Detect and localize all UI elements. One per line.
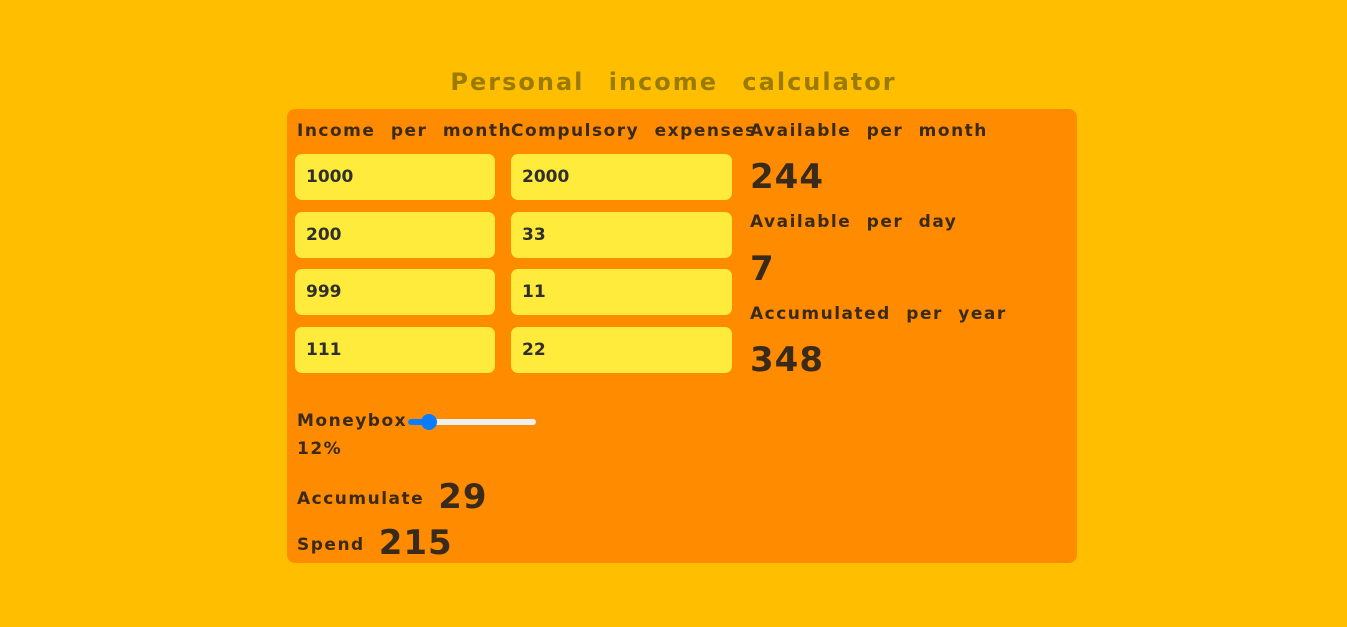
income-field-1[interactable] <box>295 154 495 200</box>
spend-row: Spend 215 <box>297 523 453 563</box>
moneybox-label: Moneybox <box>297 411 408 431</box>
expense-field-1[interactable] <box>511 154 732 200</box>
moneybox-percent: 12% <box>297 439 343 459</box>
income-field-2[interactable] <box>295 212 495 258</box>
income-column-label: Income per month <box>297 121 513 141</box>
available-day-value: 7 <box>750 249 775 289</box>
income-field-4[interactable] <box>295 327 495 373</box>
expense-field-4[interactable] <box>511 327 732 373</box>
accumulated-year-value: 348 <box>750 340 824 380</box>
expense-field-2[interactable] <box>511 212 732 258</box>
accumulated-year-label: Accumulated per year <box>750 304 1007 324</box>
spend-value: 215 <box>378 523 453 563</box>
expenses-column-label: Compulsory expenses <box>511 121 757 141</box>
spend-label: Spend <box>297 535 365 555</box>
accumulate-value: 29 <box>438 477 488 517</box>
accumulate-row: Accumulate 29 <box>297 477 488 517</box>
slider-thumb[interactable] <box>421 414 438 430</box>
income-field-3[interactable] <box>295 269 495 315</box>
available-month-label: Available per month <box>750 121 988 141</box>
available-month-value: 244 <box>750 157 824 197</box>
expense-field-3[interactable] <box>511 269 732 315</box>
page-title: Personal income calculator <box>450 68 897 96</box>
moneybox-slider[interactable] <box>408 413 536 431</box>
accumulate-label: Accumulate <box>297 489 425 509</box>
calculator-panel: Income per month Compulsory expenses Ava… <box>287 109 1077 563</box>
available-day-label: Available per day <box>750 212 958 232</box>
